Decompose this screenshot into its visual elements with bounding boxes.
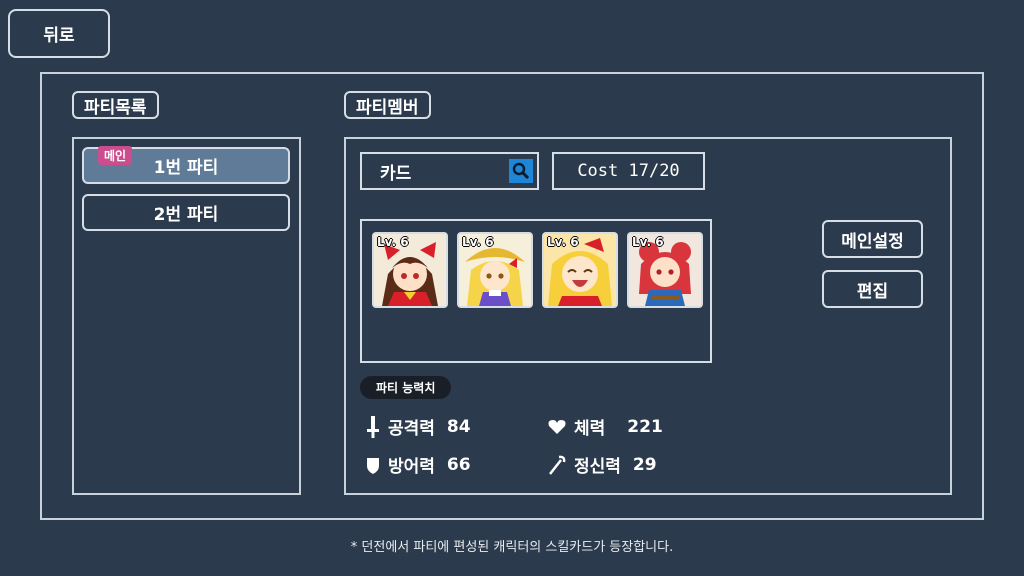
heart-icon xyxy=(548,419,566,434)
stat-attack: 공격력 84 xyxy=(366,414,471,439)
edit-button[interactable]: 편집 xyxy=(822,270,923,308)
party-member-title: 파티멤버 xyxy=(344,91,431,119)
party-list-title: 파티목록 xyxy=(72,91,159,119)
main-badge: 메인 xyxy=(98,146,133,165)
member-cards-area: Lv. 6 Lv. 6 Lv. 6 Lv. 6 xyxy=(360,219,712,363)
member-card-4[interactable]: Lv. 6 xyxy=(627,232,703,308)
stat-label: 공격력 xyxy=(388,419,435,439)
member-card-1[interactable]: Lv. 6 xyxy=(372,232,448,308)
card-search-input[interactable]: 카드 xyxy=(360,152,539,190)
stat-label: 정신력 xyxy=(574,457,621,477)
party-item-2[interactable]: 2번 파티 xyxy=(82,194,290,231)
stat-label: 방어력 xyxy=(388,457,435,477)
main-set-button[interactable]: 메인설정 xyxy=(822,220,923,258)
search-button[interactable] xyxy=(509,159,533,183)
stat-value: 29 xyxy=(632,454,657,475)
stat-mind: 정신력 29 xyxy=(548,452,657,477)
member-card-2[interactable]: Lv. 6 xyxy=(457,232,533,308)
search-icon xyxy=(512,162,530,180)
stat-hp: 체력 221 xyxy=(548,414,663,439)
stat-value: 84 xyxy=(446,416,471,437)
member-card-3[interactable]: Lv. 6 xyxy=(542,232,618,308)
shield-icon xyxy=(367,457,379,474)
search-value: 카드 xyxy=(380,163,412,184)
party-stats-title: 파티 능력치 xyxy=(360,376,452,399)
stat-label: 체력 xyxy=(574,419,606,439)
card-level: Lv. 6 xyxy=(377,235,409,249)
back-button[interactable]: 뒤로 xyxy=(8,9,110,58)
party-list-panel xyxy=(72,137,301,495)
wand-icon xyxy=(549,455,566,475)
card-level: Lv. 6 xyxy=(632,235,664,249)
stat-value: 221 xyxy=(627,416,663,437)
card-level: Lv. 6 xyxy=(462,235,494,249)
card-level: Lv. 6 xyxy=(547,235,579,249)
party-item-label: 2번 파티 xyxy=(153,205,219,225)
party-item-label: 1번 파티 xyxy=(153,158,219,178)
footer-note: * 던전에서 파티에 편성된 캐릭터의 스킬카드가 등장합니다. xyxy=(350,540,674,555)
stat-value: 66 xyxy=(446,454,471,475)
sword-icon xyxy=(367,415,379,438)
cost-display: Cost 17/20 xyxy=(552,152,705,190)
stat-defense: 방어력 66 xyxy=(366,452,471,477)
